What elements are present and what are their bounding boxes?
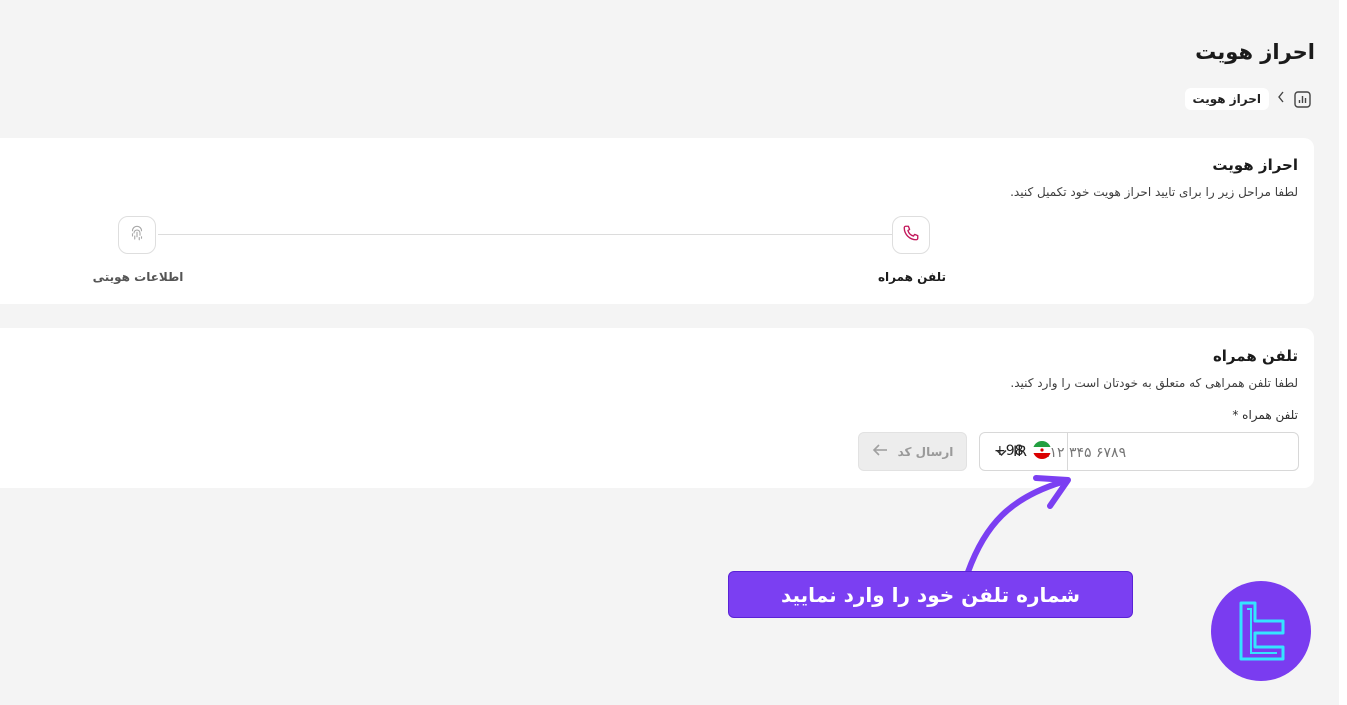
step-phone[interactable]	[892, 216, 930, 254]
chevron-down-icon	[996, 442, 1007, 461]
iran-flag-icon	[1032, 440, 1051, 463]
phone-field-label: تلفن همراه *	[1232, 408, 1298, 422]
phone-icon	[902, 224, 920, 246]
verification-card-title: احراز هویت	[1212, 156, 1298, 174]
breadcrumb: احراز هویت	[1184, 86, 1311, 112]
send-code-label: ارسال کد	[897, 444, 954, 459]
steps-connector	[158, 234, 892, 235]
step-identity-label: اطلاعات هویتی	[92, 270, 184, 284]
phone-field: +98 IR	[979, 432, 1299, 471]
step-identity[interactable]	[118, 216, 156, 254]
chart-icon[interactable]	[1293, 90, 1311, 108]
page-title: احراز هویت	[1195, 40, 1315, 64]
phone-input[interactable]	[1040, 441, 1230, 465]
phone-card: تلفن همراه لطفا تلفن همراهی که متعلق به …	[0, 328, 1314, 488]
scrollbar[interactable]	[1339, 0, 1347, 705]
fingerprint-icon	[128, 224, 146, 246]
annotation-arrow	[965, 475, 1071, 575]
annotation-label: شماره تلفن خود را وارد نمایید	[728, 571, 1133, 618]
breadcrumb-current: احراز هویت	[1184, 88, 1269, 110]
country-select[interactable]: IR	[980, 433, 1068, 470]
step-phone-label: تلفن همراه	[877, 270, 947, 284]
country-code: IR	[1013, 443, 1027, 460]
verification-card: احراز هویت لطفا مراحل زیر را برای تایید …	[0, 138, 1314, 304]
arrow-left-icon	[872, 444, 888, 459]
send-code-button[interactable]: ارسال کد	[858, 432, 967, 471]
phone-card-title: تلفن همراه	[1212, 347, 1298, 365]
phone-card-subtitle: لطفا تلفن همراهی که متعلق به خودتان است …	[1010, 376, 1298, 390]
brand-logo-icon	[1211, 581, 1311, 681]
chevron-left-icon	[1277, 91, 1285, 107]
verification-card-subtitle: لطفا مراحل زیر را برای تایید احراز هویت …	[1010, 185, 1298, 199]
